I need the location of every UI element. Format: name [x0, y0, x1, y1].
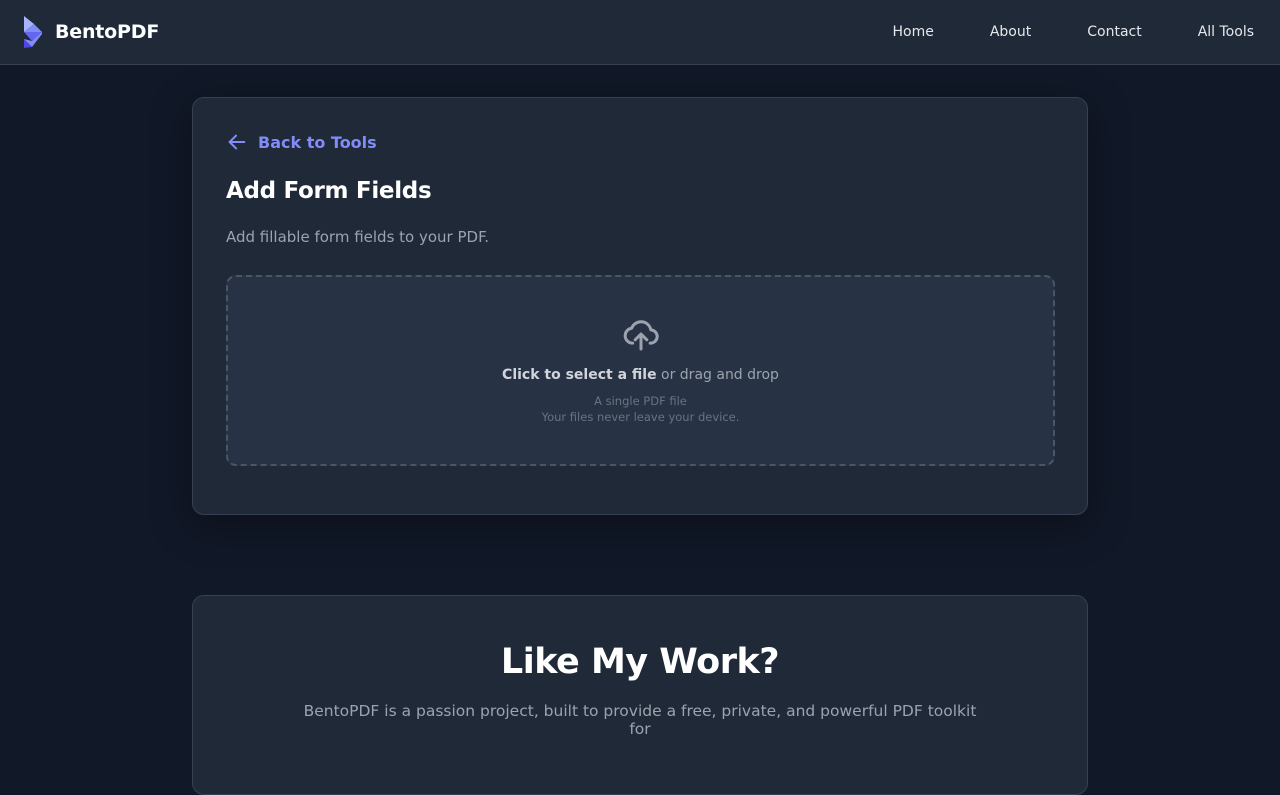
dropzone-hints: A single PDF file Your files never leave…	[542, 393, 740, 425]
bento-logo-icon	[24, 16, 42, 48]
nav-all-tools-link[interactable]: All Tools	[1198, 24, 1254, 40]
nav-about-link[interactable]: About	[990, 24, 1031, 40]
select-file-prompt[interactable]: Click to select a file	[502, 367, 657, 383]
dropzone-instruction: Click to select a file or drag and drop	[502, 367, 779, 383]
file-type-hint: A single PDF file	[594, 394, 687, 408]
privacy-note: Your files never leave your device.	[541, 410, 740, 424]
tool-card: Back to Tools Add Form Fields Add fillab…	[192, 97, 1088, 515]
brand-home-link[interactable]: BentoPDF	[22, 15, 159, 49]
support-section: Like My Work? BentoPDF is a passion proj…	[192, 595, 1088, 795]
top-navbar: BentoPDF Home About Contact All Tools	[0, 0, 1280, 65]
brand-name: BentoPDF	[55, 21, 160, 43]
drag-drop-text: or drag and drop	[656, 367, 779, 383]
main-nav: Home About Contact All Tools	[892, 24, 1254, 40]
nav-home-link[interactable]: Home	[892, 24, 933, 40]
nav-contact-link[interactable]: Contact	[1087, 24, 1141, 40]
back-to-tools-link[interactable]: Back to Tools	[226, 131, 377, 153]
tool-title: Add Form Fields	[226, 178, 432, 204]
file-dropzone[interactable]: Click to select a file or drag and drop …	[226, 275, 1055, 466]
back-to-tools-label: Back to Tools	[258, 132, 377, 152]
cloud-upload-icon	[623, 320, 659, 351]
support-title: Like My Work?	[500, 642, 780, 682]
tool-description: Add fillable form fields to your PDF.	[226, 228, 490, 246]
support-text: BentoPDF is a passion project, built to …	[303, 702, 977, 738]
arrow-left-icon	[228, 134, 246, 150]
